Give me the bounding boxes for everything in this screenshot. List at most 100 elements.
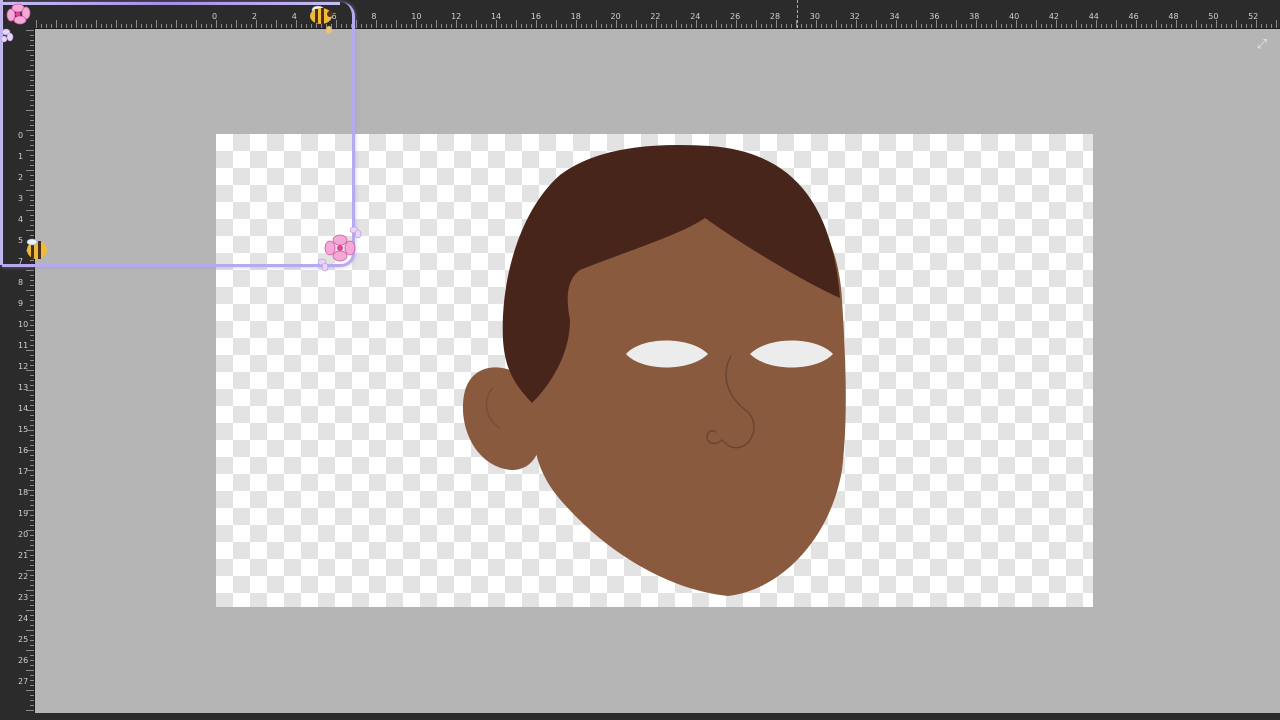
ruler-left-tick — [26, 350, 34, 351]
ruler-top-tick — [466, 24, 467, 28]
ruler-left-tick — [30, 445, 34, 446]
ruler-top-tick — [66, 24, 67, 28]
ruler-top-tick — [1126, 24, 1127, 28]
ruler-left-tick — [30, 340, 34, 341]
ruler-vertical[interactable]: 0 1 2 3 4 5 7 8 9 10 11 12 13 14 15 16 17 18 19 20 21 22 23 24 2… — [0, 28, 35, 720]
ruler-top-tick — [91, 24, 92, 28]
ruler-left-tick — [26, 70, 34, 71]
ruler-top-tick — [721, 24, 722, 28]
ruler-left-tick — [30, 315, 34, 316]
ruler-top-tick — [181, 24, 182, 28]
ruler-top-tick — [391, 24, 392, 28]
ruler-left-label: 10 — [18, 320, 29, 329]
ruler-top-tick — [246, 24, 247, 28]
ruler-top-tick — [1016, 20, 1017, 28]
ruler-guide-marker[interactable] — [797, 0, 800, 28]
ruler-top-tick — [126, 24, 127, 28]
ruler-top-tick — [776, 20, 777, 28]
ruler-top-tick — [431, 24, 432, 28]
ruler-left-tick — [30, 365, 34, 366]
ruler-left-tick — [30, 275, 34, 276]
ruler-top-tick — [526, 24, 527, 28]
ruler-top-tick — [891, 24, 892, 28]
ruler-top-tick — [1161, 24, 1162, 28]
document-canvas[interactable] — [216, 134, 1093, 607]
ruler-left-tick — [26, 210, 34, 211]
ruler-top-tick — [1226, 24, 1227, 28]
ruler-top-tick — [226, 24, 227, 28]
ruler-top-tick — [666, 24, 667, 28]
ruler-top-tick — [986, 24, 987, 28]
ruler-left-tick — [30, 620, 34, 621]
ruler-left-tick — [30, 325, 34, 326]
ruler-top-tick — [456, 20, 457, 28]
ruler-top-tick — [81, 24, 82, 28]
ruler-top-tick — [186, 24, 187, 28]
ruler-top-tick — [86, 24, 87, 28]
ruler-top-tick — [441, 24, 442, 28]
ruler-top-tick — [996, 20, 997, 28]
ruler-left-label: 8 — [18, 278, 24, 287]
ruler-left-tick — [30, 135, 34, 136]
ruler-top-tick — [1166, 24, 1167, 28]
ruler-top-tick — [1211, 24, 1212, 28]
ruler-top-tick — [61, 24, 62, 28]
ruler-left-tick — [30, 505, 34, 506]
ruler-left-tick — [30, 435, 34, 436]
ruler-left-tick — [26, 110, 34, 111]
ruler-top-tick — [836, 20, 837, 28]
ruler-top-tick — [686, 24, 687, 28]
ruler-left-tick — [30, 585, 34, 586]
ruler-left-tick — [26, 370, 34, 371]
ruler-left-tick — [30, 560, 34, 561]
ruler-left-tick — [30, 555, 34, 556]
ruler-left-tick — [30, 105, 34, 106]
ruler-left-tick — [30, 455, 34, 456]
ruler-top-tick — [411, 24, 412, 28]
ruler-left-tick — [26, 630, 34, 631]
ruler-top-tick — [611, 24, 612, 28]
ruler-top-tick — [641, 24, 642, 28]
ruler-top-tick — [1081, 24, 1082, 28]
ruler-top-tick — [291, 24, 292, 28]
ruler-top-tick — [416, 20, 417, 28]
ruler-top-tick — [341, 24, 342, 28]
ruler-top-tick — [116, 20, 117, 28]
ruler-top-tick — [1276, 20, 1277, 28]
ruler-top-tick — [1041, 24, 1042, 28]
ruler-top-tick — [886, 24, 887, 28]
ruler-top-tick — [731, 24, 732, 28]
ruler-top-tick — [236, 20, 237, 28]
ruler-left-tick — [30, 665, 34, 666]
ruler-left-tick — [30, 225, 34, 226]
ruler-top-tick — [1056, 20, 1057, 28]
ruler-top-tick — [371, 24, 372, 28]
ruler-left-tick — [30, 195, 34, 196]
ruler-top-tick — [701, 24, 702, 28]
ruler-left-tick — [30, 120, 34, 121]
ruler-left-tick — [26, 390, 34, 391]
ruler-top-tick — [131, 24, 132, 28]
ruler-left-tick — [26, 710, 34, 711]
ruler-top-tick — [671, 24, 672, 28]
ruler-top-tick — [841, 24, 842, 28]
expand-arrows-icon[interactable]: ⤢ — [1254, 36, 1270, 52]
ruler-left-label: 21 — [18, 551, 29, 560]
ruler-top-tick — [596, 20, 597, 28]
ruler-left-tick — [26, 50, 34, 51]
ruler-top-tick — [541, 24, 542, 28]
ruler-left-tick — [30, 265, 34, 266]
ruler-top-tick — [621, 24, 622, 28]
ruler-top-tick — [766, 24, 767, 28]
ruler-top-tick — [871, 24, 872, 28]
ruler-top-tick — [141, 24, 142, 28]
ruler-top-tick — [296, 20, 297, 28]
ruler-top-label: 44 — [1088, 12, 1099, 21]
ruler-left-tick — [26, 330, 34, 331]
ruler-top-tick — [1231, 24, 1232, 28]
ruler-left-tick — [26, 670, 34, 671]
ruler-top-tick — [51, 24, 52, 28]
ruler-left-tick — [30, 55, 34, 56]
ruler-top-tick — [1061, 24, 1062, 28]
ruler-top-tick — [646, 24, 647, 28]
